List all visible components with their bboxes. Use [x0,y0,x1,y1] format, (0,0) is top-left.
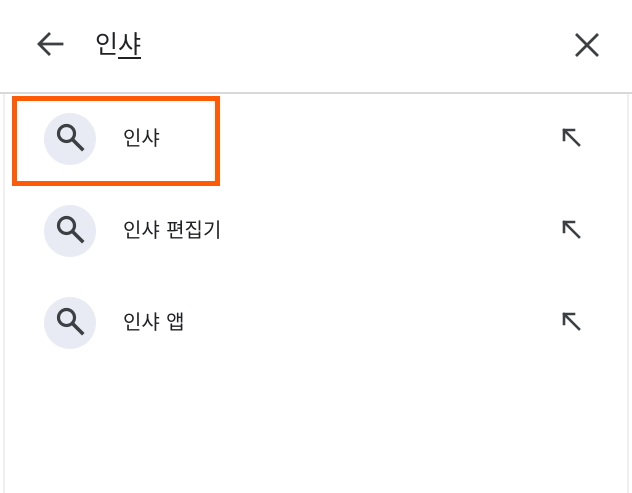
search-query-composing: 샤 [118,30,142,59]
close-icon [575,33,599,61]
fill-query-button[interactable] [556,216,586,246]
search-icon [55,122,85,156]
arrow-up-left-icon [560,218,582,244]
search-bar: 인샤 [0,0,632,94]
suggestion-list: 인샤 인샤 편집기 인샤 앱 [0,94,632,370]
search-screen: 인샤 인샤 인샤 편집기 인샤 앱 [0,0,632,493]
arrow-up-left-icon [560,126,582,152]
search-icon [55,306,85,340]
suggestion-item[interactable]: 인샤 편집기 [0,186,632,278]
suggestion-label: 인샤 앱 [123,310,185,334]
suggestion-icon-bubble [44,205,96,257]
suggestion-label: 인샤 [123,126,160,150]
fill-query-button[interactable] [556,308,586,338]
back-button[interactable] [30,28,70,64]
suggestion-item[interactable]: 인샤 [0,94,632,186]
arrow-left-icon [36,32,64,60]
suggestion-icon-bubble [44,113,96,165]
fill-query-button[interactable] [556,124,586,154]
suggestion-icon-bubble [44,297,96,349]
suggestion-label: 인샤 편집기 [123,218,222,242]
search-icon [55,214,85,248]
clear-search-button[interactable] [568,28,606,66]
search-input[interactable]: 인샤 [95,28,141,62]
arrow-up-left-icon [560,310,582,336]
suggestion-item[interactable]: 인샤 앱 [0,278,632,370]
search-query-committed: 인 [95,30,119,59]
